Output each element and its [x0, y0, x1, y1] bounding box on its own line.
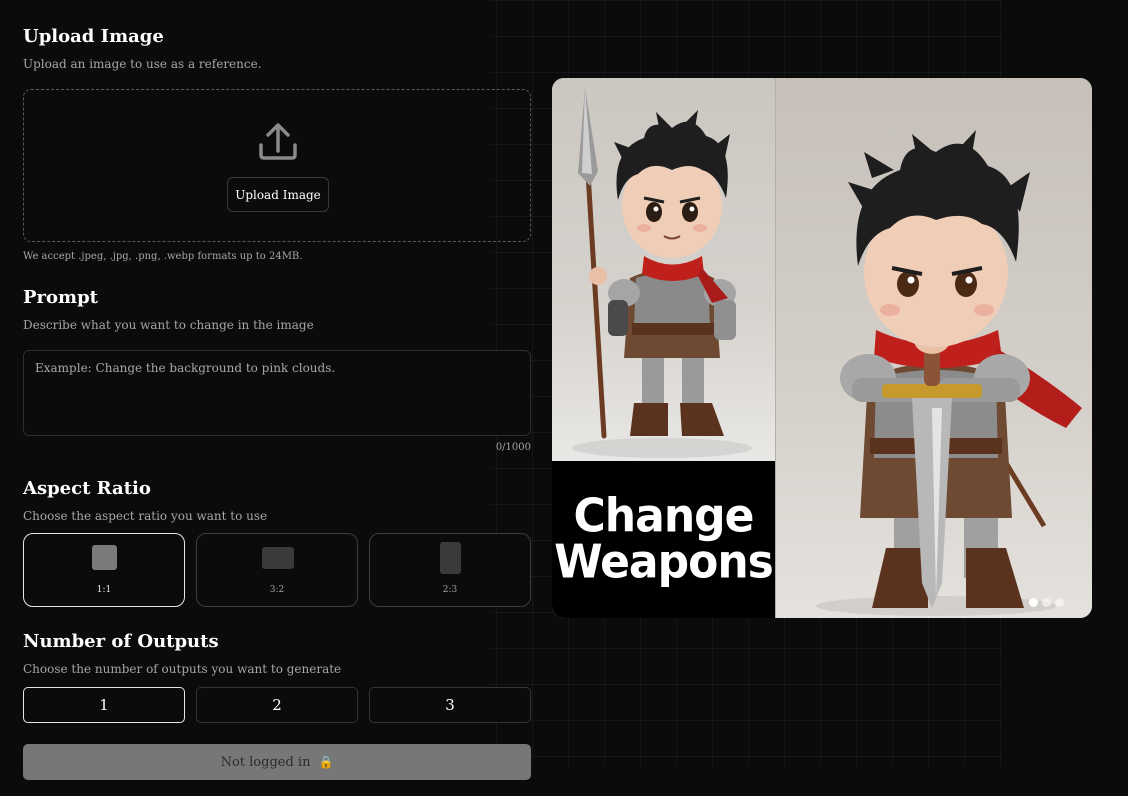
- aspect-ratio-option-3-2[interactable]: 3:2: [196, 533, 358, 607]
- upload-icon: [259, 123, 297, 160]
- aspect-ratio-label: 2:3: [442, 585, 458, 595]
- format-note: We accept .jpeg, .jpg, .png, .webp forma…: [23, 251, 303, 262]
- aspect-ratio-subtitle: Choose the aspect ratio you want to use: [23, 509, 268, 523]
- carousel-dot-1[interactable]: [1029, 598, 1038, 607]
- outputs-subtitle: Choose the number of outputs you want to…: [23, 662, 342, 676]
- prompt-input[interactable]: [23, 350, 531, 436]
- after-image: [775, 78, 1092, 618]
- caption-line-1: Change: [573, 489, 755, 543]
- aspect-ratio-option-1-1[interactable]: 1:1: [23, 533, 185, 607]
- character-with-spear-illustration: [572, 88, 752, 458]
- example-showcase-carousel[interactable]: Change Weapons: [552, 78, 1092, 618]
- prompt-subtitle: Describe what you want to change in the …: [23, 318, 314, 332]
- submit-button[interactable]: Not logged in 🔒: [23, 744, 531, 780]
- upload-subtitle: Upload an image to use as a reference.: [23, 57, 262, 71]
- upload-title: Upload Image: [23, 26, 164, 47]
- carousel-dot-3[interactable]: [1055, 598, 1064, 607]
- aspect-ratio-option-2-3[interactable]: 2:3: [369, 533, 531, 607]
- outputs-option-3[interactable]: 3: [369, 687, 531, 723]
- upload-image-button[interactable]: Upload Image: [227, 177, 329, 212]
- landscape-ratio-icon: [262, 547, 294, 569]
- before-image: [552, 78, 775, 461]
- aspect-ratio-label: 1:1: [96, 585, 112, 595]
- outputs-option-2[interactable]: 2: [196, 687, 358, 723]
- carousel-indicators: [1029, 598, 1064, 607]
- prompt-title: Prompt: [23, 287, 98, 308]
- portrait-ratio-icon: [440, 542, 461, 574]
- character-counter: 0/1000: [495, 442, 531, 453]
- outputs-option-1[interactable]: 1: [23, 687, 185, 723]
- lock-icon: 🔒: [318, 755, 334, 769]
- aspect-ratio-label: 3:2: [269, 585, 285, 595]
- upload-dropzone[interactable]: Upload Image: [23, 89, 531, 242]
- carousel-dot-2[interactable]: [1042, 598, 1051, 607]
- aspect-ratio-title: Aspect Ratio: [23, 478, 151, 499]
- outputs-title: Number of Outputs: [23, 631, 219, 652]
- square-ratio-icon: [92, 545, 117, 570]
- character-with-sword-illustration: [816, 130, 1082, 616]
- submit-label: Not logged in: [220, 754, 311, 770]
- caption-line-2: Weapons: [554, 535, 774, 589]
- caption-panel: Change Weapons: [552, 461, 775, 618]
